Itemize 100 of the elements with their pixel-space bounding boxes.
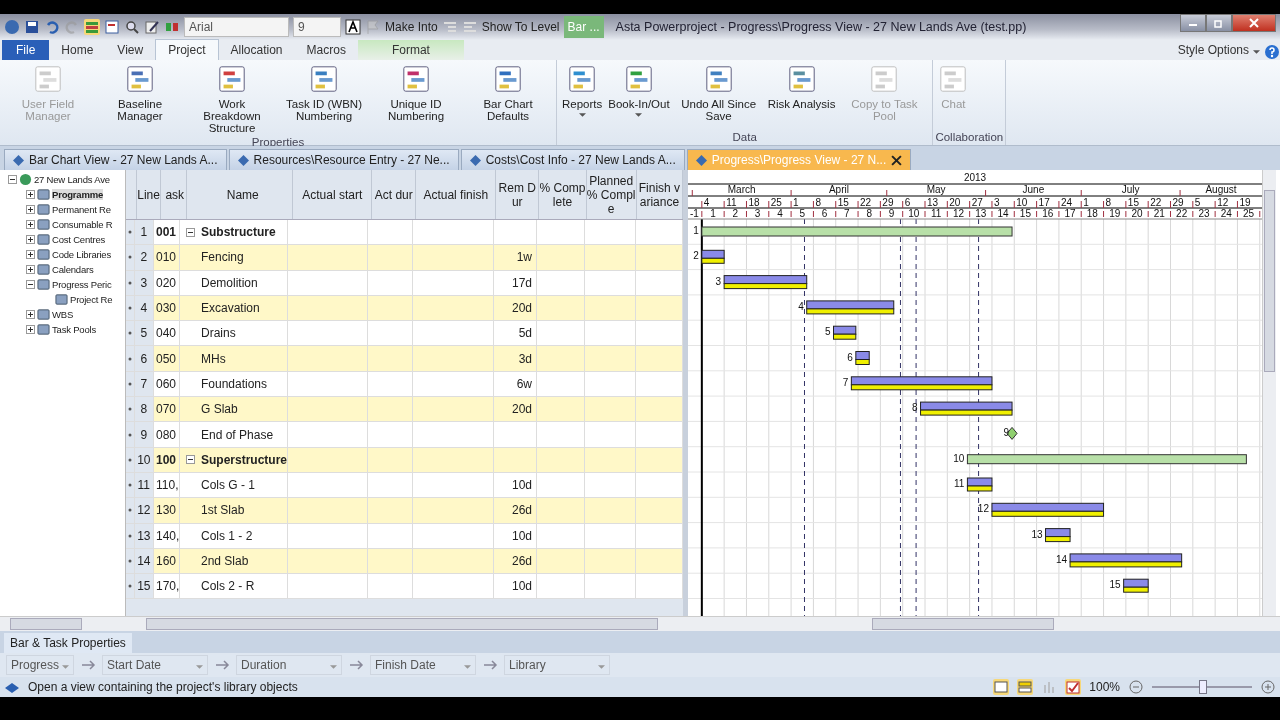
row-handle-icon[interactable] — [127, 306, 132, 311]
expander-icon[interactable] — [8, 175, 17, 184]
collapse-icon[interactable] — [186, 227, 195, 237]
save-icon[interactable] — [24, 19, 40, 35]
row-handle-icon[interactable] — [127, 483, 132, 488]
row-handle-icon[interactable] — [127, 280, 132, 285]
zoom-in-icon[interactable] — [1260, 679, 1276, 695]
column-header[interactable]: % Complete — [539, 170, 587, 219]
vertical-scrollbar[interactable] — [1262, 170, 1276, 616]
ribbon-tab[interactable]: Format — [357, 40, 464, 60]
dropdown-field[interactable]: Progress — [6, 655, 74, 675]
zoom-slider-thumb[interactable] — [1199, 680, 1207, 694]
tree-item[interactable]: Cost Centres — [52, 234, 106, 245]
expander-icon[interactable] — [26, 220, 35, 229]
undo-icon[interactable] — [44, 19, 60, 35]
dropdown-field[interactable]: Library — [504, 655, 610, 675]
table-row[interactable]: 050 MHs 3d — [154, 346, 683, 371]
table-row[interactable]: 010 Fencing 1w — [154, 245, 683, 270]
file-tab[interactable]: File — [2, 40, 50, 60]
ribbon-tab[interactable]: View — [105, 40, 156, 60]
tree-item[interactable]: 27 New Lands Ave — [34, 174, 110, 185]
tree-item[interactable]: Task Pools — [52, 324, 96, 335]
app-icon[interactable] — [4, 19, 20, 35]
tree-item[interactable]: Programme — [52, 189, 103, 200]
task-bar[interactable] — [701, 249, 725, 264]
view-icon[interactable] — [993, 679, 1010, 695]
task-bar[interactable] — [991, 502, 1105, 517]
ribbon-tab[interactable]: Macros — [294, 40, 358, 60]
minimize-button[interactable] — [1180, 14, 1206, 32]
tree-item[interactable]: Consumable R — [52, 219, 113, 230]
column-header[interactable]: Rem Dur — [496, 170, 540, 219]
row-handle-icon[interactable] — [127, 457, 132, 462]
table-row[interactable]: 020 Demolition 17d — [154, 270, 683, 295]
tree-item[interactable]: Calendars — [52, 264, 94, 275]
task-bar[interactable] — [920, 401, 1013, 416]
caret-icon[interactable] — [1253, 50, 1260, 54]
collapse-icon[interactable] — [186, 455, 195, 465]
font-field[interactable]: Arial — [184, 17, 289, 37]
task-bar[interactable] — [855, 351, 870, 365]
help-icon[interactable] — [1264, 44, 1280, 60]
table-row[interactable]: 060 Foundations 6w — [154, 371, 683, 397]
column-header[interactable]: Planned % Comple — [586, 170, 637, 219]
view-icon[interactable] — [1017, 679, 1034, 695]
close-icon[interactable] — [891, 154, 903, 166]
expander-icon[interactable] — [26, 310, 35, 319]
ribbon-button[interactable]: Reports — [559, 62, 606, 131]
expander-icon[interactable] — [26, 205, 35, 214]
ribbon-tab[interactable]: Allocation — [218, 40, 295, 60]
task-bar[interactable] — [1045, 528, 1071, 543]
row-handle-icon[interactable] — [127, 584, 132, 589]
show-to-level-button[interactable]: Show To Level — [481, 20, 560, 34]
summary-bar[interactable] — [966, 454, 1247, 465]
style-options-button[interactable]: Style Options — [1173, 43, 1253, 60]
task-bar[interactable] — [1069, 553, 1183, 568]
task-bar[interactable] — [723, 275, 808, 290]
summary-bar[interactable] — [701, 226, 1013, 237]
close-button[interactable] — [1232, 14, 1276, 32]
tree-item[interactable]: WBS — [52, 309, 74, 320]
table-row[interactable]: 130 1st Slab 26d — [154, 498, 683, 523]
task-bar[interactable] — [806, 300, 895, 315]
row-handle-icon[interactable] — [127, 255, 132, 260]
table-row[interactable]: 140, Cols 1 - 2 10d — [154, 523, 683, 548]
column-header[interactable]: Act dur — [372, 170, 417, 219]
column-header[interactable]: Actual finish — [416, 170, 497, 219]
ribbon-button[interactable]: Unique ID Numbering — [370, 62, 462, 136]
dropdown-field[interactable]: Finish Date — [370, 655, 476, 675]
tree-item[interactable]: Project Re — [70, 294, 113, 305]
font-icon[interactable] — [345, 19, 361, 35]
column-header[interactable]: Actual start — [293, 170, 373, 219]
edit-icon[interactable] — [144, 19, 160, 35]
ribbon-button[interactable]: Undo All Since Save — [672, 62, 765, 131]
ribbon-button[interactable]: Risk Analysis — [764, 62, 839, 131]
task-bar[interactable] — [850, 376, 993, 391]
task-bar[interactable] — [1123, 578, 1149, 593]
task-bar[interactable] — [966, 477, 993, 492]
ribbon-button[interactable]: Work Breakdown Structure — [186, 62, 278, 136]
row-handle-icon[interactable] — [127, 407, 132, 412]
expander-icon[interactable] — [26, 250, 35, 259]
ribbon-button[interactable]: Task ID (WBN) Numbering — [278, 62, 370, 136]
row-handle-icon[interactable] — [127, 508, 132, 513]
table-row[interactable]: 080 End of Phase — [154, 422, 683, 447]
dropdown-field[interactable]: Duration — [236, 655, 342, 675]
make-into-button[interactable]: Make Into — [385, 20, 438, 34]
ribbon-tab[interactable]: Home — [49, 40, 106, 60]
row-handle-icon[interactable] — [127, 381, 132, 386]
document-tab[interactable]: Bar Chart View - 27 New Lands A... — [4, 149, 227, 170]
milestone-diamond[interactable] — [1006, 426, 1018, 440]
ribbon-button[interactable]: Baseline Manager — [94, 62, 186, 136]
restore-button[interactable] — [1206, 14, 1232, 32]
row-handle-icon[interactable] — [127, 432, 132, 437]
column-header[interactable]: ask — [161, 170, 188, 219]
document-tab[interactable]: Costs\Cost Info - 27 New Lands A... — [460, 149, 685, 170]
table-row[interactable]: 170, Cols 2 - R 10d — [154, 574, 683, 599]
tree-item[interactable]: Code Libraries — [52, 249, 111, 260]
expander-icon[interactable] — [26, 190, 35, 199]
panel-tab[interactable]: Bar & Task Properties — [4, 633, 132, 653]
tree-item[interactable]: Progress Peric — [52, 279, 112, 290]
table-row[interactable]: 001 Substructure — [154, 220, 683, 245]
task-bar[interactable] — [833, 325, 857, 340]
zoom-out-icon[interactable] — [1128, 679, 1144, 695]
